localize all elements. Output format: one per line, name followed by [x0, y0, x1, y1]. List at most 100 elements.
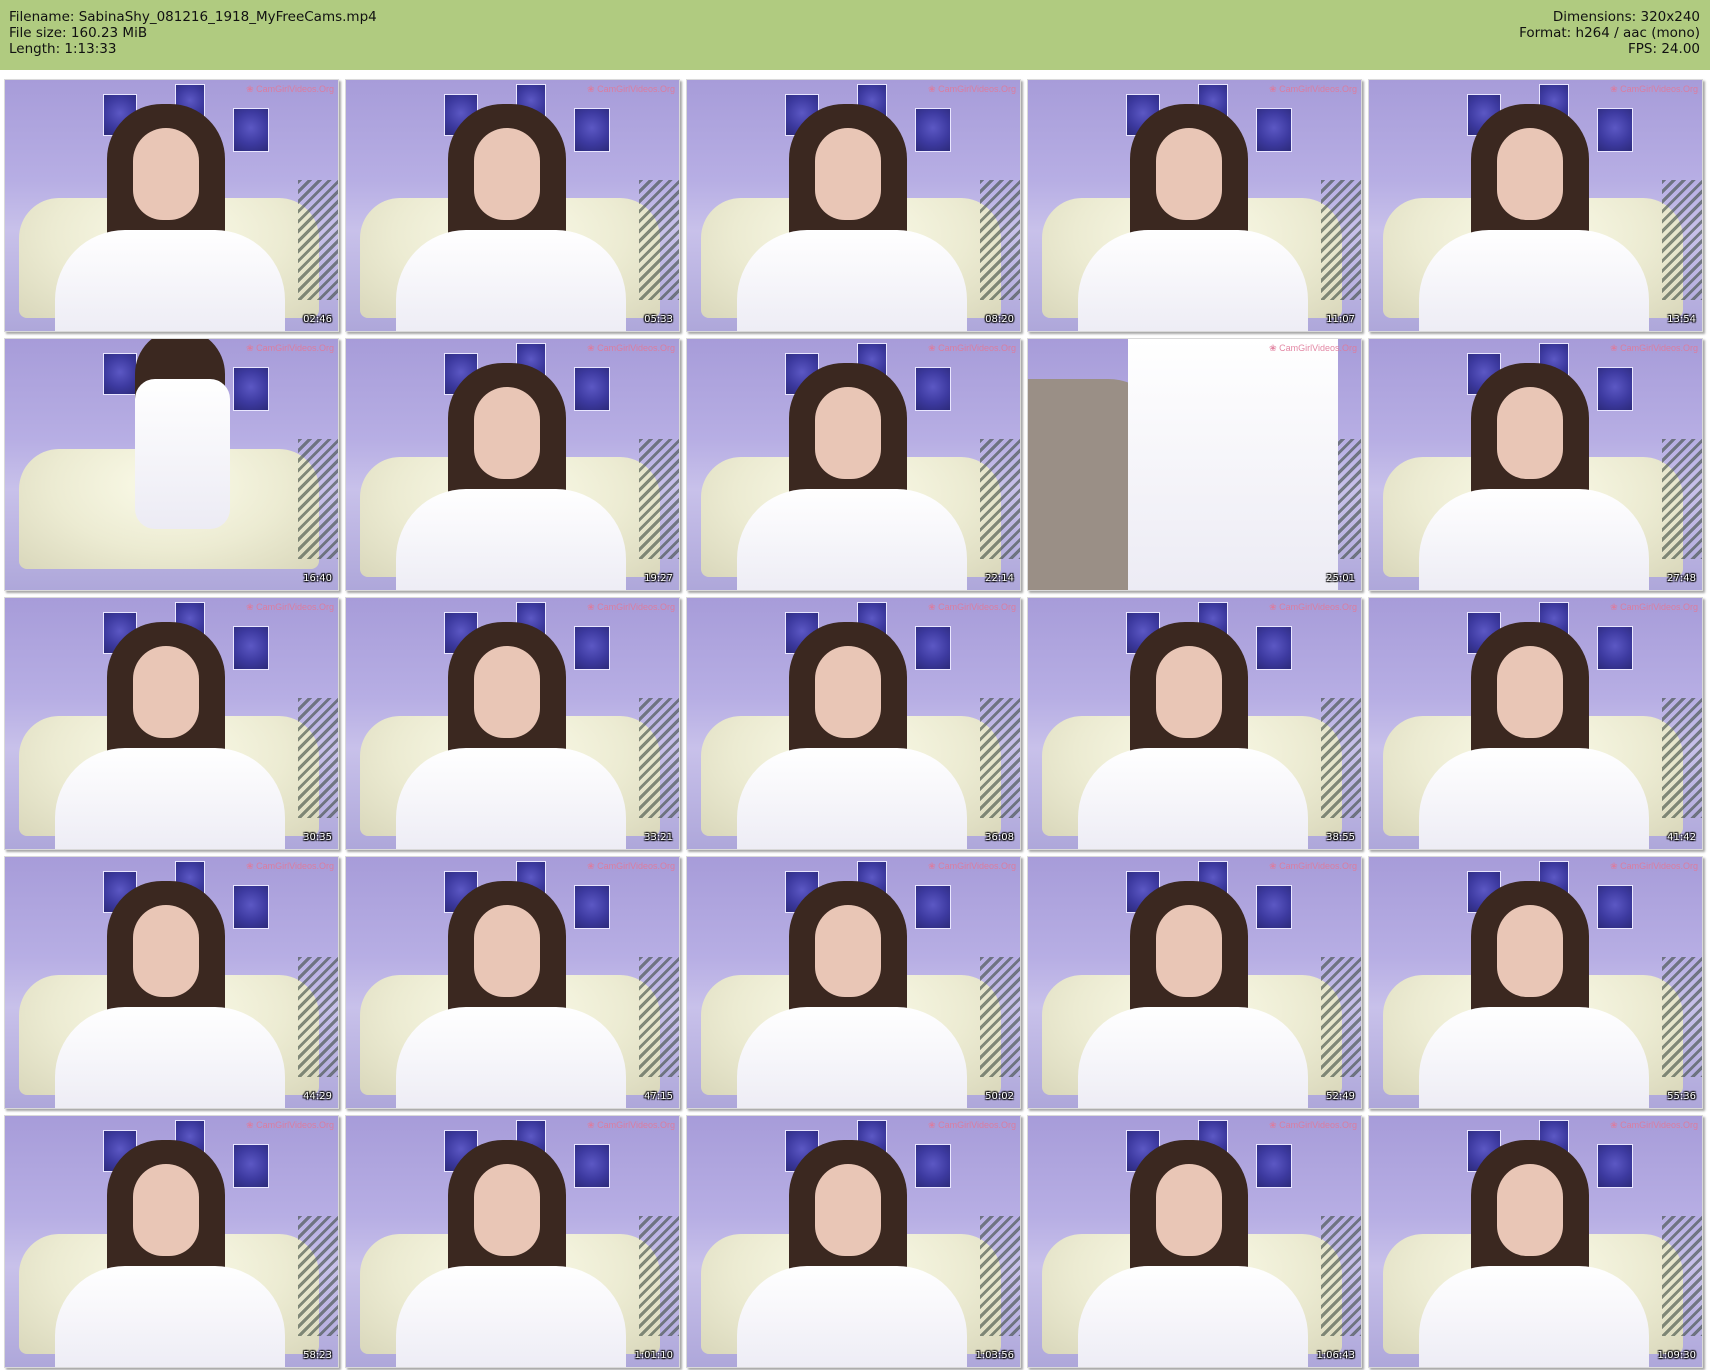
video-frame-thumbnail[interactable]: ❀ CamGirlVideos.Org 22:14 [686, 338, 1021, 591]
video-frame-thumbnail[interactable]: ❀ CamGirlVideos.Org 27:48 [1368, 338, 1703, 591]
video-frame-thumbnail[interactable]: ❀ CamGirlVideos.Org 41:42 [1368, 597, 1703, 850]
frame-timestamp: 19:27 [644, 573, 673, 584]
video-frame-thumbnail[interactable]: ❀ CamGirlVideos.Org 08:20 [686, 79, 1021, 332]
watermark-logo: ❀ CamGirlVideos.Org [928, 343, 1016, 353]
person-face [815, 646, 881, 738]
wall-painting [233, 885, 269, 929]
video-frame-thumbnail[interactable]: ❀ CamGirlVideos.Org 19:27 [345, 338, 680, 591]
wall-painting [574, 367, 610, 411]
person-face [133, 646, 199, 738]
watermark-logo: ❀ CamGirlVideos.Org [928, 602, 1016, 612]
video-frame-thumbnail[interactable]: ❀ CamGirlVideos.Org 1:03:56 [686, 1115, 1021, 1368]
watermark-logo: ❀ CamGirlVideos.Org [1610, 861, 1698, 871]
metadata-header: Filename: SabinaShy_081216_1918_MyFreeCa… [0, 0, 1710, 70]
frame-timestamp: 58:23 [303, 1350, 332, 1361]
person-face [474, 646, 540, 738]
video-frame-thumbnail[interactable]: ❀ CamGirlVideos.Org 11:07 [1027, 79, 1362, 332]
watermark-logo: ❀ CamGirlVideos.Org [1269, 84, 1357, 94]
plant [1662, 698, 1702, 818]
plant [1662, 180, 1702, 300]
watermark-logo: ❀ CamGirlVideos.Org [928, 1120, 1016, 1130]
wall-painting [574, 108, 610, 152]
video-frame-thumbnail[interactable]: ❀ CamGirlVideos.Org 1:09:30 [1368, 1115, 1703, 1368]
person-face [1497, 387, 1563, 479]
watermark-logo: ❀ CamGirlVideos.Org [246, 602, 334, 612]
person-face [474, 387, 540, 479]
watermark-logo: ❀ CamGirlVideos.Org [246, 343, 334, 353]
video-frame-thumbnail[interactable]: ❀ CamGirlVideos.Org 13:54 [1368, 79, 1703, 332]
frame-timestamp: 11:07 [1326, 314, 1355, 325]
frame-timestamp: 25:01 [1326, 573, 1355, 584]
video-frame-thumbnail[interactable]: ❀ CamGirlVideos.Org 38:55 [1027, 597, 1362, 850]
wall-painting [1597, 1144, 1633, 1188]
person-face [1497, 128, 1563, 220]
wall-painting [1256, 1144, 1292, 1188]
metadata-right: Dimensions: 320x240 Format: h264 / aac (… [1519, 9, 1700, 57]
plant [639, 957, 679, 1077]
video-frame-thumbnail[interactable]: ❀ CamGirlVideos.Org 02:46 [4, 79, 339, 332]
person-shirt [396, 1266, 626, 1367]
file-size-text: File size: 160.23 MiB [9, 25, 148, 41]
frame-timestamp: 44:29 [303, 1091, 332, 1102]
thumbnail-grid: ❀ CamGirlVideos.Org 02:46 ❀ CamGirlVideos.… [4, 79, 1710, 1368]
plant [1321, 180, 1361, 300]
plant [980, 180, 1020, 300]
person-shirt [737, 489, 967, 590]
frame-timestamp: 02:46 [303, 314, 332, 325]
video-frame-thumbnail[interactable]: ❀ CamGirlVideos.Org 16:40 [4, 338, 339, 591]
video-frame-thumbnail[interactable]: ❀ CamGirlVideos.Org 52:49 [1027, 856, 1362, 1109]
video-frame-thumbnail[interactable]: ❀ CamGirlVideos.Org 47:15 [345, 856, 680, 1109]
wall-painting [1597, 367, 1633, 411]
person-face [815, 128, 881, 220]
wall-painting [233, 367, 269, 411]
video-frame-thumbnail[interactable]: ❀ CamGirlVideos.Org 55:36 [1368, 856, 1703, 1109]
video-frame-thumbnail[interactable]: ❀ CamGirlVideos.Org 44:29 [4, 856, 339, 1109]
plant [980, 439, 1020, 559]
plant [639, 698, 679, 818]
video-frame-thumbnail[interactable]: ❀ CamGirlVideos.Org 58:23 [4, 1115, 339, 1368]
plant [639, 439, 679, 559]
person-face [1156, 646, 1222, 738]
person-shirt [1078, 1007, 1308, 1108]
wall-painting [1256, 885, 1292, 929]
person-shirt [737, 230, 967, 331]
person-shirt [1419, 748, 1649, 849]
plant [298, 180, 338, 300]
video-frame-thumbnail[interactable]: ❀ CamGirlVideos.Org 50:02 [686, 856, 1021, 1109]
watermark-logo: ❀ CamGirlVideos.Org [1269, 861, 1357, 871]
video-frame-thumbnail[interactable]: ❀ CamGirlVideos.Org 1:06:43 [1027, 1115, 1362, 1368]
video-frame-thumbnail[interactable]: ❀ CamGirlVideos.Org 33:21 [345, 597, 680, 850]
frame-timestamp: 36:08 [985, 832, 1014, 843]
plant [980, 957, 1020, 1077]
plant [1321, 1216, 1361, 1336]
video-frame-thumbnail[interactable]: ❀ CamGirlVideos.Org 1:01:10 [345, 1115, 680, 1368]
plant [1321, 957, 1361, 1077]
person-shirt [1419, 230, 1649, 331]
wall-painting [233, 108, 269, 152]
frame-timestamp: 1:01:10 [634, 1350, 673, 1361]
video-frame-thumbnail[interactable]: ❀ CamGirlVideos.Org 36:08 [686, 597, 1021, 850]
watermark-logo: ❀ CamGirlVideos.Org [1269, 343, 1357, 353]
frame-timestamp: 22:14 [985, 573, 1014, 584]
watermark-logo: ❀ CamGirlVideos.Org [246, 84, 334, 94]
person-face [1497, 905, 1563, 997]
person-face [133, 905, 199, 997]
frame-timestamp: 50:02 [985, 1091, 1014, 1102]
video-frame-thumbnail[interactable]: ❀ CamGirlVideos.Org 25:01 [1027, 338, 1362, 591]
person-shirt [1078, 230, 1308, 331]
person-shirt [1128, 339, 1338, 590]
person-shirt [135, 379, 230, 529]
video-frame-thumbnail[interactable]: ❀ CamGirlVideos.Org 05:33 [345, 79, 680, 332]
person-face [1497, 1164, 1563, 1256]
person-face [474, 128, 540, 220]
plant [639, 180, 679, 300]
frame-timestamp: 1:06:43 [1316, 1350, 1355, 1361]
person-face [1156, 1164, 1222, 1256]
person-shirt [737, 1266, 967, 1367]
video-frame-thumbnail[interactable]: ❀ CamGirlVideos.Org 30:35 [4, 597, 339, 850]
person-face [133, 128, 199, 220]
person-shirt [1078, 1266, 1308, 1367]
person-shirt [396, 230, 626, 331]
person-face [815, 387, 881, 479]
plant [980, 1216, 1020, 1336]
